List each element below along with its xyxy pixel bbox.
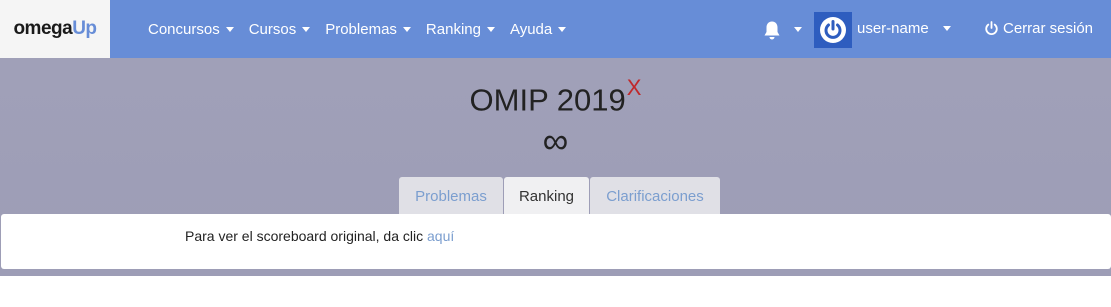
- notice-text: Para ver el scoreboard original, da clic: [185, 228, 428, 244]
- nav-item-cursos[interactable]: Cursos: [249, 21, 311, 38]
- tab-problemas[interactable]: Problemas: [399, 177, 503, 215]
- navbar: omega Up Concursos Cursos Problemas Ranki…: [0, 0, 1111, 58]
- tab-label: Problemas: [415, 187, 487, 205]
- logout-label: Cerrar sesión: [1003, 20, 1094, 37]
- nav-item-label: Ranking: [425, 20, 481, 38]
- nav-item-label: Concursos: [148, 20, 220, 38]
- contest-title-text: OMIP 2019: [469, 82, 626, 118]
- notifications-chevron-down-icon[interactable]: [794, 27, 802, 32]
- nav-item-label: Problemas: [325, 20, 397, 38]
- nav-item-ranking[interactable]: Ranking: [426, 21, 495, 38]
- user-name-label: user-name: [857, 20, 929, 37]
- contest-tabs: Problemas Ranking Clarificaciones: [399, 177, 721, 215]
- ranking-panel: Para ver el scoreboard original, da clic…: [1, 214, 1111, 269]
- tab-label: Ranking: [518, 187, 575, 205]
- logo-text-omega: omega: [13, 18, 73, 39]
- original-scoreboard-link[interactable]: aquí: [427, 228, 454, 244]
- tab-clarificaciones[interactable]: Clarificaciones: [590, 177, 720, 215]
- contest-title-mark: X: [626, 75, 642, 100]
- user-avatar[interactable]: [814, 12, 852, 48]
- chevron-down-icon: [225, 26, 234, 32]
- chevron-down-icon: [558, 26, 567, 32]
- contest-title: OMIP 2019X: [0, 75, 1111, 118]
- nav-item-problemas[interactable]: Problemas: [325, 21, 411, 38]
- user-menu[interactable]: user-name: [857, 20, 951, 37]
- original-scoreboard-notice: Para ver el scoreboard original, da clic…: [185, 228, 454, 244]
- nav-item-concursos[interactable]: Concursos: [148, 21, 234, 38]
- main-nav: Concursos Cursos Problemas Ranking Ayuda: [148, 0, 581, 58]
- nav-item-label: Ayuda: [509, 20, 553, 38]
- chevron-down-icon: [402, 26, 411, 32]
- logout-button[interactable]: Cerrar sesión: [984, 20, 1093, 37]
- nav-item-ayuda[interactable]: Ayuda: [509, 20, 567, 38]
- chevron-down-icon: [486, 26, 495, 32]
- logo-text-up: Up: [72, 18, 97, 39]
- chevron-down-icon: [302, 26, 311, 32]
- omegaup-logo[interactable]: omega Up: [0, 0, 110, 58]
- tab-ranking[interactable]: Ranking: [504, 177, 589, 215]
- contest-time-remaining: ∞: [542, 120, 569, 161]
- nav-item-label: Cursos: [248, 20, 297, 38]
- tab-label: Clarificaciones: [606, 187, 704, 205]
- notifications-bell-icon[interactable]: [762, 19, 782, 41]
- chevron-down-icon: [942, 26, 951, 31]
- power-icon: [985, 21, 998, 36]
